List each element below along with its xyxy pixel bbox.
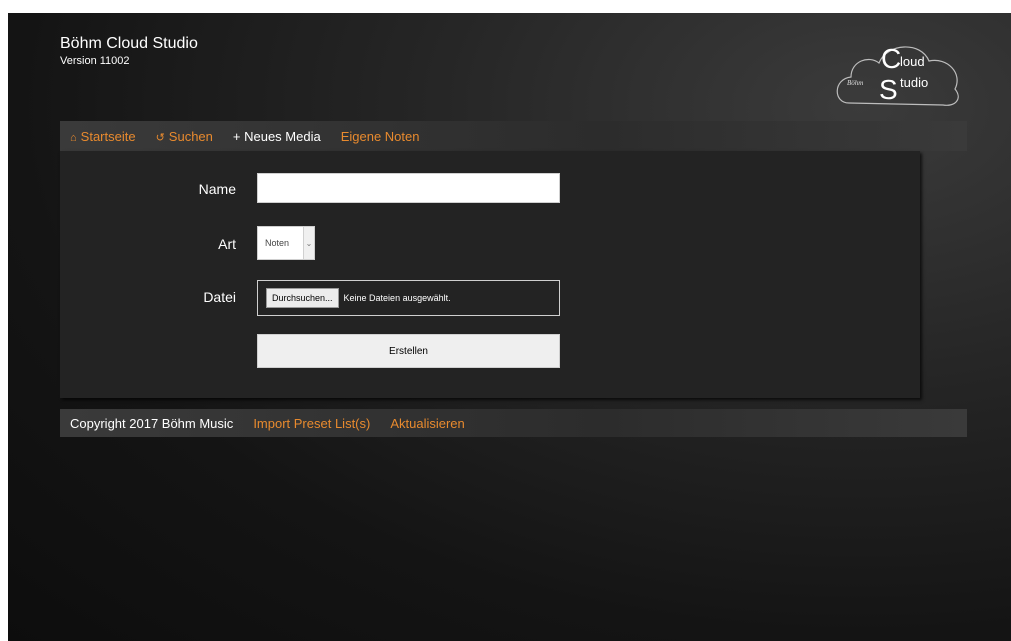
chevron-down-icon: ⌄: [303, 227, 314, 259]
import-preset-link[interactable]: Import Preset List(s): [253, 416, 370, 431]
art-select-value: Noten: [265, 238, 290, 248]
nav-startseite[interactable]: ⌂ Startseite: [70, 129, 136, 144]
logo-word-studio: tudio: [900, 75, 928, 90]
app-title: Böhm Cloud Studio: [60, 35, 198, 52]
create-button[interactable]: Erstellen: [257, 334, 560, 368]
copyright-text: Copyright 2017 Böhm Music: [70, 415, 234, 431]
logo-letter-s: S: [879, 74, 898, 105]
boehm-cloud-studio-logo: C loud S tudio Böhm: [836, 43, 959, 106]
app-window: Böhm Cloud Studio Version 11002 C loud S…: [8, 13, 1011, 641]
nav-suchen-label: Suchen: [168, 128, 213, 144]
nav-eigene-noten[interactable]: Eigene Noten: [341, 129, 420, 144]
file-picker: Durchsuchen... Keine Dateien ausgewählt.: [257, 280, 560, 316]
refresh-link[interactable]: Aktualisieren: [390, 416, 464, 431]
main-navigation: ⌂ Startseite ↺ Suchen + Neues Media Eigene…: [60, 121, 967, 151]
nav-neues-media[interactable]: + Neues Media: [233, 129, 321, 144]
browse-button[interactable]: Durchsuchen...: [266, 288, 339, 308]
file-label: Datei: [203, 289, 236, 305]
nav-startseite-label: Startseite: [80, 128, 136, 144]
create-media-form: Name Art Noten ⌄ Datei Durchsuchen... Ke…: [60, 151, 920, 398]
art-select[interactable]: Noten ⌄: [257, 226, 315, 260]
home-icon: ⌂: [70, 131, 77, 144]
logo-brand-name: Böhm: [847, 79, 863, 87]
nav-suchen[interactable]: ↺ Suchen: [156, 129, 213, 144]
app-version: Version 11002: [60, 55, 130, 67]
art-label: Art: [218, 236, 236, 252]
name-label: Name: [198, 181, 236, 197]
name-input[interactable]: [257, 173, 560, 203]
logo-letter-c: C: [881, 43, 901, 74]
file-status-text: Keine Dateien ausgewählt.: [343, 293, 451, 303]
footer-bar: Copyright 2017 Böhm Music Import Preset …: [60, 409, 967, 437]
refresh-icon: ↺: [155, 131, 165, 144]
logo-word-cloud: loud: [900, 54, 925, 69]
